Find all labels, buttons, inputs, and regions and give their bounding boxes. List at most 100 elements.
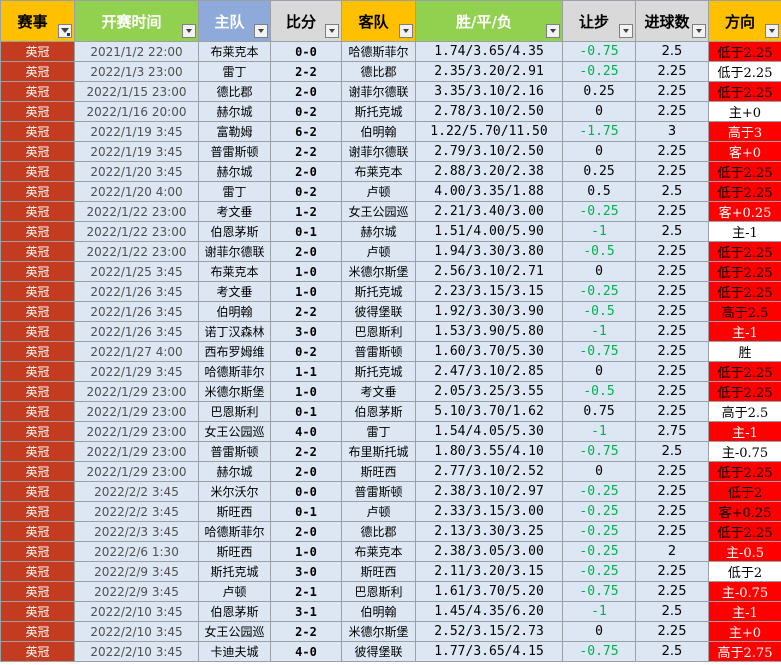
league-cell[interactable]: 英冠	[0, 241, 75, 262]
handicap-cell[interactable]: -1.75	[562, 121, 636, 142]
time-cell[interactable]: 2022/2/3 3:45	[74, 521, 199, 542]
odds-cell[interactable]: 1.61/3.70/5.20	[415, 581, 563, 602]
league-cell[interactable]: 英冠	[0, 281, 75, 302]
time-cell[interactable]: 2022/1/26 3:45	[74, 321, 199, 342]
goals-cell[interactable]: 2.25	[635, 581, 709, 602]
table-row[interactable]: 英冠 2022/1/19 3:45 普雷斯顿 2-2 谢菲尔德联 2.79/3.10/2.…	[0, 141, 781, 162]
score-cell[interactable]: 2-0	[270, 81, 342, 102]
home-team-cell[interactable]: 卢顿	[198, 581, 271, 602]
score-cell[interactable]: 0-1	[270, 401, 342, 422]
league-cell[interactable]: 英冠	[0, 361, 75, 382]
score-cell[interactable]: 2-2	[270, 141, 342, 162]
league-cell[interactable]: 英冠	[0, 261, 75, 282]
filter-dropdown-icon[interactable]	[325, 24, 339, 38]
away-team-cell[interactable]: 伯恩茅斯	[341, 401, 416, 422]
table-row[interactable]: 英冠 2022/1/29 23:00 巴恩斯利 0-1 伯恩茅斯 5.10/3.70/1.…	[0, 401, 781, 422]
score-cell[interactable]: 6-2	[270, 121, 342, 142]
goals-cell[interactable]: 2.25	[635, 361, 709, 382]
handicap-cell[interactable]: 0.75	[562, 401, 636, 422]
away-team-cell[interactable]: 卢顿	[341, 181, 416, 202]
time-cell[interactable]: 2022/1/20 4:00	[74, 181, 199, 202]
away-team-cell[interactable]: 卢顿	[341, 501, 416, 522]
handicap-cell[interactable]: -0.25	[562, 61, 636, 82]
table-row[interactable]: 英冠 2022/1/3 23:00 雷丁 2-2 德比郡 2.35/3.20/2.91 -0…	[0, 61, 781, 82]
time-cell[interactable]: 2022/1/29 23:00	[74, 441, 199, 462]
away-team-cell[interactable]: 巴恩斯利	[341, 581, 416, 602]
home-team-cell[interactable]: 考文垂	[198, 201, 271, 222]
odds-cell[interactable]: 2.78/3.10/2.50	[415, 101, 563, 122]
direction-cell[interactable]: 低于2.25	[708, 61, 781, 82]
odds-cell[interactable]: 1.60/3.70/5.30	[415, 341, 563, 362]
goals-cell[interactable]: 2.5	[635, 641, 709, 662]
away-team-cell[interactable]: 伯明翰	[341, 601, 416, 622]
handicap-cell[interactable]: -0.5	[562, 381, 636, 402]
odds-cell[interactable]: 3.35/3.10/2.16	[415, 81, 563, 102]
handicap-cell[interactable]: -0.25	[562, 481, 636, 502]
away-team-cell[interactable]: 德比郡	[341, 521, 416, 542]
league-cell[interactable]: 英冠	[0, 161, 75, 182]
handicap-cell[interactable]: -0.25	[562, 561, 636, 582]
home-team-cell[interactable]: 女王公园巡	[198, 421, 271, 442]
away-team-cell[interactable]: 谢菲尔德联	[341, 141, 416, 162]
home-team-cell[interactable]: 伯明翰	[198, 301, 271, 322]
time-cell[interactable]: 2022/1/29 23:00	[74, 461, 199, 482]
time-cell[interactable]: 2022/2/2 3:45	[74, 501, 199, 522]
goals-cell[interactable]: 2.25	[635, 281, 709, 302]
direction-cell[interactable]: 主-0.5	[708, 541, 781, 562]
odds-cell[interactable]: 2.11/3.20/3.15	[415, 561, 563, 582]
league-cell[interactable]: 英冠	[0, 181, 75, 202]
odds-cell[interactable]: 2.77/3.10/2.52	[415, 461, 563, 482]
score-cell[interactable]: 2-2	[270, 61, 342, 82]
goals-cell[interactable]: 2.25	[635, 341, 709, 362]
away-team-cell[interactable]: 哈德斯菲尔	[341, 41, 416, 62]
goals-cell[interactable]: 2.25	[635, 481, 709, 502]
score-cell[interactable]: 1-0	[270, 281, 342, 302]
table-row[interactable]: 英冠 2022/1/20 4:00 雷丁 0-2 卢顿 4.00/3.35/1.88 0.5…	[0, 181, 781, 202]
time-cell[interactable]: 2022/1/26 3:45	[74, 301, 199, 322]
odds-cell[interactable]: 2.56/3.10/2.71	[415, 261, 563, 282]
table-row[interactable]: 英冠 2022/2/9 3:45 斯托克城 3-0 斯旺西 2.11/3.20/3.15-…	[0, 561, 781, 582]
direction-cell[interactable]: 低于2.25	[708, 521, 781, 542]
away-team-cell[interactable]: 斯旺西	[341, 461, 416, 482]
table-row[interactable]: 英冠 2022/1/26 3:45 诺丁汉森林 3-0 巴恩斯利 1.53/3.90/5.…	[0, 321, 781, 342]
table-row[interactable]: 英冠 2022/1/26 3:45 伯明翰 2-2 彼得堡联 1.92/3.30/3.90…	[0, 301, 781, 322]
league-cell[interactable]: 英冠	[0, 341, 75, 362]
score-cell[interactable]: 2-0	[270, 521, 342, 542]
time-cell[interactable]: 2022/2/6 1:30	[74, 541, 199, 562]
time-cell[interactable]: 2022/1/16 20:00	[74, 101, 199, 122]
handicap-cell[interactable]: -0.75	[562, 41, 636, 62]
goals-cell[interactable]: 2.75	[635, 421, 709, 442]
time-cell[interactable]: 2022/1/29 23:00	[74, 421, 199, 442]
league-cell[interactable]: 英冠	[0, 641, 75, 662]
time-cell[interactable]: 2022/2/10 3:45	[74, 641, 199, 662]
handicap-cell[interactable]: -0.25	[562, 281, 636, 302]
goals-cell[interactable]: 2.25	[635, 561, 709, 582]
score-cell[interactable]: 3-0	[270, 561, 342, 582]
time-cell[interactable]: 2022/2/10 3:45	[74, 601, 199, 622]
direction-cell[interactable]: 主+0	[708, 621, 781, 642]
league-cell[interactable]: 英冠	[0, 561, 75, 582]
away-team-cell[interactable]: 斯旺西	[341, 561, 416, 582]
home-team-cell[interactable]: 赫尔城	[198, 101, 271, 122]
goals-cell[interactable]: 2.25	[635, 241, 709, 262]
time-cell[interactable]: 2022/1/20 3:45	[74, 161, 199, 182]
handicap-cell[interactable]: 0	[562, 141, 636, 162]
score-cell[interactable]: 1-2	[270, 201, 342, 222]
time-cell[interactable]: 2022/1/22 23:00	[74, 221, 199, 242]
goals-cell[interactable]: 2.25	[635, 161, 709, 182]
table-row[interactable]: 英冠 2022/1/22 23:00 谢菲尔德联 2-0 卢顿 1.94/3.30/3.8…	[0, 241, 781, 262]
table-row[interactable]: 英冠 2022/2/9 3:45 卢顿 2-1 巴恩斯利 1.61/3.70/5.20 -0…	[0, 581, 781, 602]
time-cell[interactable]: 2022/1/29 3:45	[74, 361, 199, 382]
away-team-cell[interactable]: 普雷斯顿	[341, 341, 416, 362]
league-cell[interactable]: 英冠	[0, 321, 75, 342]
direction-cell[interactable]: 低于2	[708, 481, 781, 502]
home-team-cell[interactable]: 谢菲尔德联	[198, 241, 271, 262]
league-cell[interactable]: 英冠	[0, 461, 75, 482]
away-team-cell[interactable]: 伯明翰	[341, 121, 416, 142]
direction-cell[interactable]: 低于2.25	[708, 41, 781, 62]
handicap-cell[interactable]: 0	[562, 621, 636, 642]
goals-cell[interactable]: 2.25	[635, 321, 709, 342]
filter-dropdown-icon[interactable]	[254, 24, 268, 38]
direction-cell[interactable]: 主-1	[708, 421, 781, 442]
goals-cell[interactable]: 2.25	[635, 381, 709, 402]
